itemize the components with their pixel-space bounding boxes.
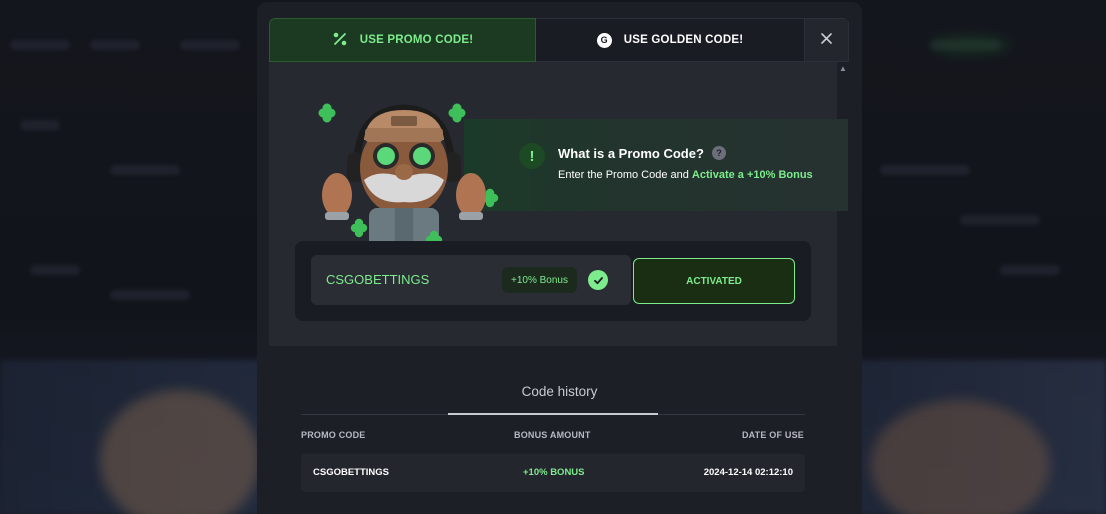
info-subtitle-text: Enter the Promo Code and <box>558 169 692 181</box>
activated-button[interactable]: ACTIVATED <box>633 258 795 304</box>
code-tabs: USE PROMO CODE! G USE GOLDEN CODE! <box>269 18 849 62</box>
clover-icon <box>318 103 336 123</box>
code-history-title[interactable]: Code history <box>257 384 862 399</box>
promo-code-field[interactable]: CSGOBETTINGS +10% Bonus <box>311 255 631 305</box>
column-date-of-use: DATE OF USE <box>741 430 804 440</box>
promo-code-row: CSGOBETTINGS +10% Bonus ACTIVATED <box>295 241 811 321</box>
info-subtitle-highlight: Activate a +10% Bonus <box>691 169 813 181</box>
bonus-badge: +10% Bonus <box>502 267 577 293</box>
tab-golden-label: USE GOLDEN CODE! <box>623 34 744 46</box>
scroll-up-icon[interactable]: ▲ <box>839 64 847 73</box>
tab-golden-code[interactable]: G USE GOLDEN CODE! <box>536 18 804 62</box>
tab-promo-label: USE PROMO CODE! <box>359 34 474 46</box>
column-bonus-amount: BONUS AMOUNT <box>514 430 591 440</box>
promo-panel: ! What is a Promo Code? ? Enter the Prom… <box>269 62 848 346</box>
history-bonus-cell: +10% BONUS <box>523 467 585 478</box>
tab-promo-code[interactable]: USE PROMO CODE! <box>269 18 536 62</box>
promo-code-value: CSGOBETTINGS <box>326 272 430 287</box>
info-title: What is a Promo Code? <box>558 146 704 161</box>
table-row: CSGOBETTINGS +10% BONUS 2024-12-14 02:12… <box>301 454 805 492</box>
history-tab-indicator <box>448 413 658 415</box>
promo-modal: USE PROMO CODE! G USE GOLDEN CODE! ▲ ! W… <box>257 2 862 514</box>
info-subtitle: Enter the Promo Code and Activate a +10%… <box>558 169 813 181</box>
percent-icon <box>332 31 348 50</box>
mascot-illustration <box>318 103 499 250</box>
clover-icon <box>448 103 466 123</box>
clover-icon <box>350 218 368 238</box>
column-promo-code: PROMO CODE <box>301 430 366 440</box>
help-icon[interactable]: ? <box>712 146 726 160</box>
history-date-cell: 2024-12-14 02:12:10 <box>703 467 793 478</box>
check-icon <box>588 270 608 290</box>
history-code-cell: CSGOBETTINGS <box>313 467 390 478</box>
close-icon <box>821 31 832 49</box>
close-button[interactable] <box>804 18 849 62</box>
promo-info-banner: ! What is a Promo Code? ? Enter the Prom… <box>464 119 848 211</box>
golden-coin-icon: G <box>596 32 612 48</box>
exclamation-icon: ! <box>519 143 545 169</box>
